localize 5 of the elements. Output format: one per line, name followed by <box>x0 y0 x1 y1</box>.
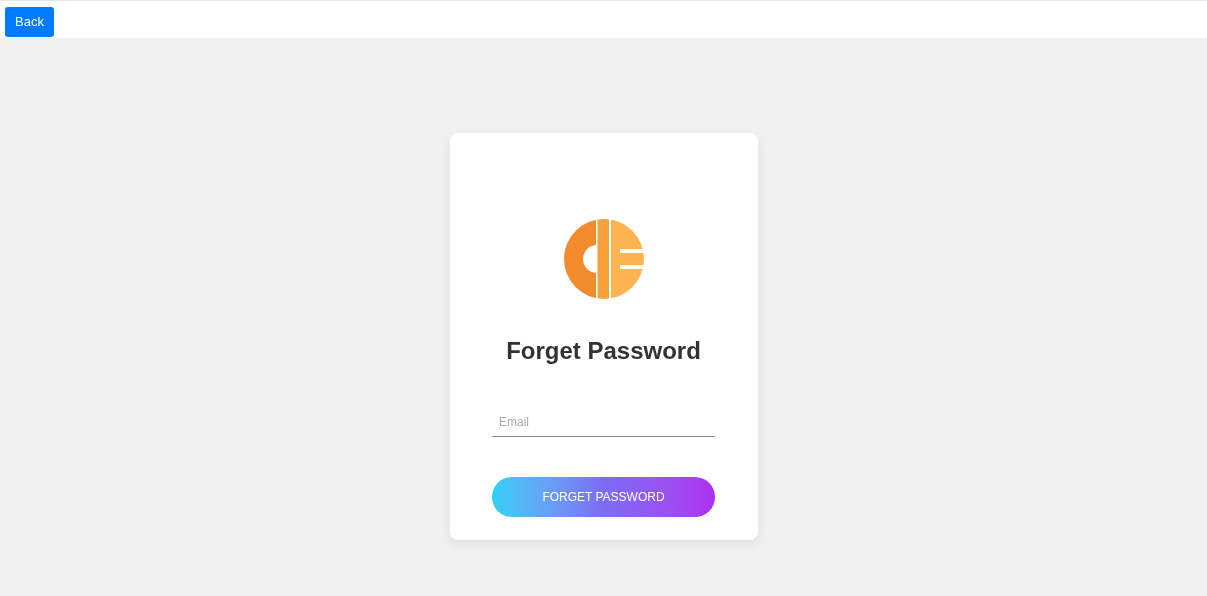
page-title: Forget Password <box>506 336 701 366</box>
forget-password-button[interactable]: FORGET PASSWORD <box>492 477 715 517</box>
logo-icon <box>563 219 644 299</box>
back-button[interactable]: Back <box>5 7 54 37</box>
email-field[interactable]: Email <box>492 407 715 437</box>
